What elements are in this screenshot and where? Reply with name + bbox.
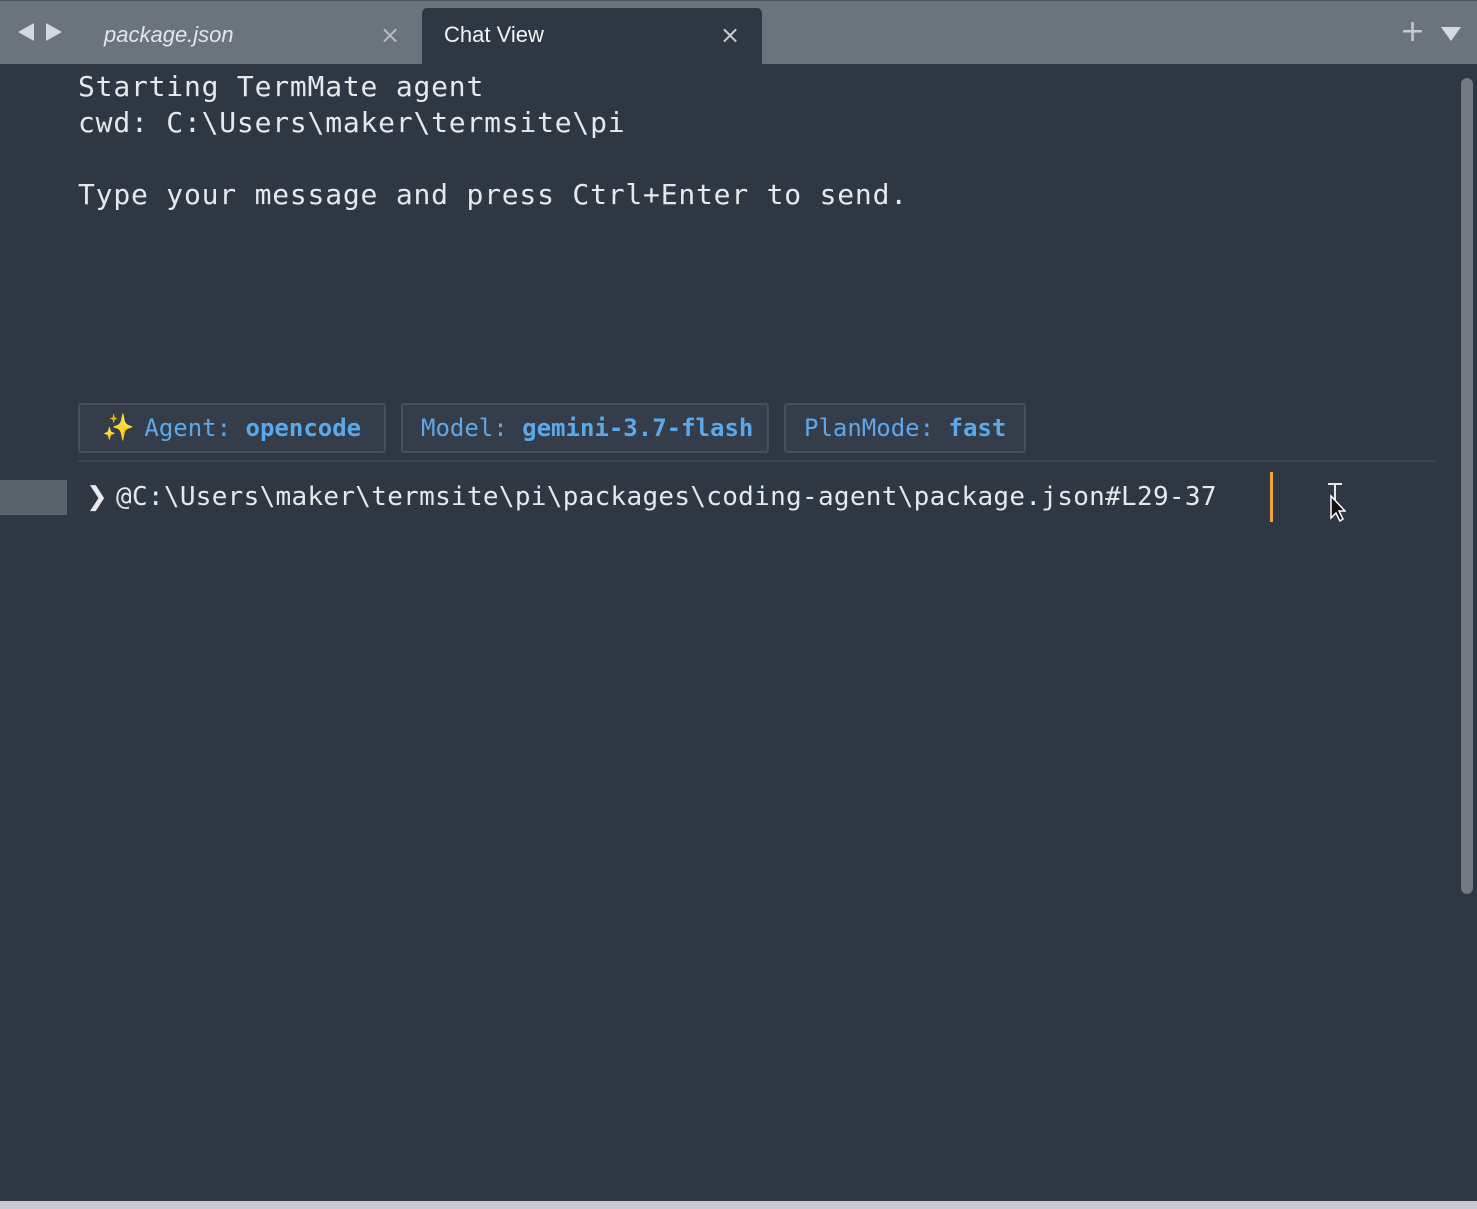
chip-value: gemini-3.7-flash <box>522 414 754 442</box>
vertical-scrollbar[interactable] <box>1461 78 1473 894</box>
prompt-chevron-icon: ❯ <box>86 482 108 512</box>
tab-package-json[interactable]: package.json × <box>82 8 418 65</box>
back-arrow-icon[interactable] <box>18 23 34 41</box>
message-input[interactable]: @C:\Users\maker\termsite\pi\packages\cod… <box>116 478 1217 516</box>
chip-key: Agent: <box>144 414 232 442</box>
tab-menu-dropdown-icon[interactable] <box>1441 27 1461 41</box>
text-caret <box>1270 472 1273 522</box>
close-icon[interactable]: × <box>720 21 740 49</box>
tab-chat-view[interactable]: Chat View × <box>422 8 762 65</box>
chip-value: fast <box>948 414 1007 442</box>
terminal-line: Type your message and press Ctrl+Enter t… <box>78 178 908 211</box>
chat-view-panel: Starting TermMate agent cwd: C:\Users\ma… <box>0 64 1477 1201</box>
chip-key: PlanMode: <box>804 414 935 442</box>
mouse-cursor-icon <box>1328 483 1346 522</box>
chip-key: Model: <box>421 414 508 442</box>
terminal-line: cwd: C:\Users\maker\termsite\pi <box>78 106 626 139</box>
agent-chip[interactable]: ✨ Agent: opencode <box>78 403 386 453</box>
line-gutter-marker <box>0 480 67 515</box>
plan-mode-chip[interactable]: PlanMode: fast <box>784 403 1026 453</box>
horizontal-scrollbar[interactable] <box>0 1201 1477 1209</box>
forward-arrow-icon[interactable] <box>46 23 62 41</box>
tab-label: Chat View <box>444 22 544 47</box>
tab-bar: package.json × Chat View × + <box>0 0 1477 65</box>
editor-window: package.json × Chat View × + Starting Te… <box>0 0 1477 1209</box>
divider <box>78 460 1436 462</box>
close-icon[interactable]: × <box>380 21 400 49</box>
new-tab-icon[interactable]: + <box>1400 17 1425 47</box>
model-chip[interactable]: Model: gemini-3.7-flash <box>401 403 769 453</box>
tab-label: package.json <box>104 22 234 47</box>
terminal-line: Starting TermMate agent <box>78 70 485 103</box>
chip-value: opencode <box>245 414 362 442</box>
sparkle-icon: ✨ <box>102 413 135 443</box>
